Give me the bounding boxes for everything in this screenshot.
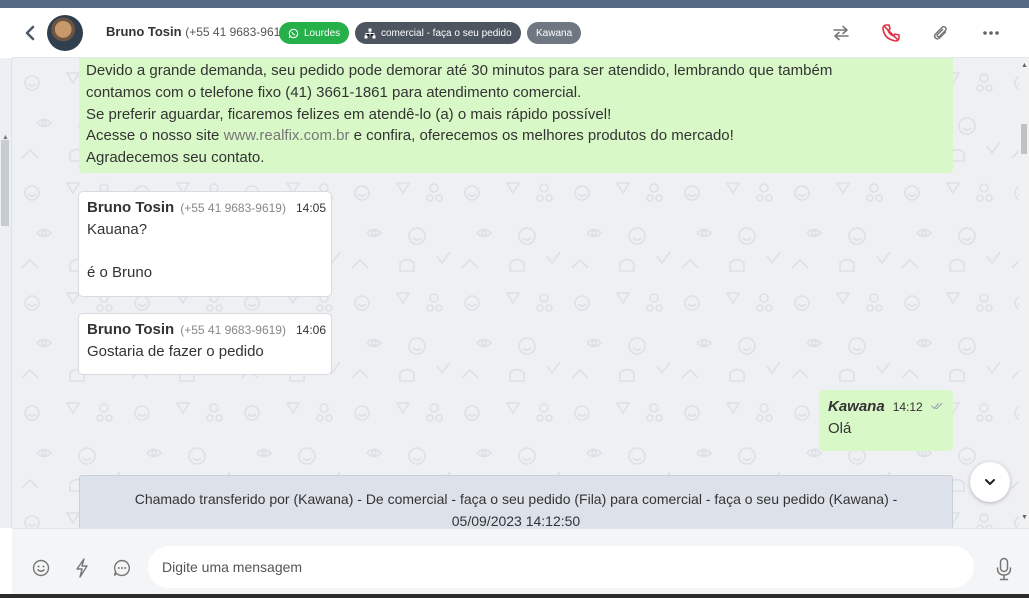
contact-phone: (+55 41 9683-9619): [185, 25, 291, 39]
message-line: Agradecemos seu contato.: [86, 149, 265, 167]
transfer-notice: Chamado transferido por (Kawana) - De co…: [79, 475, 953, 528]
incoming-message[interactable]: Bruno Tosin (+55 41 9683-9619) 14:06 Gos…: [78, 313, 332, 375]
sitemap-icon: [364, 28, 376, 38]
paperclip-icon[interactable]: [930, 22, 952, 44]
chat-area[interactable]: Devido a grande demanda, seu pedido pode…: [12, 58, 1019, 528]
scroll-to-bottom-button[interactable]: [970, 462, 1010, 502]
message-time: 14:05: [295, 201, 326, 215]
outgoing-message[interactable]: Kawana 14:12 Olá: [819, 390, 953, 451]
more-icon[interactable]: [980, 22, 1002, 44]
scrollbar-thumb[interactable]: [1021, 124, 1027, 154]
message-text: Olá: [828, 420, 852, 437]
message-author: Bruno Tosin: [87, 321, 175, 338]
contact-name-text: Bruno Tosin: [106, 24, 182, 39]
message-text: Kauana? é o Bruno: [87, 219, 323, 284]
avatar[interactable]: [47, 15, 83, 51]
message-header: Bruno Tosin (+55 41 9683-9619) 14:05: [87, 199, 326, 216]
tag-queue[interactable]: comercial - faça o seu pedido: [355, 22, 521, 44]
transfer-icon[interactable]: [830, 22, 852, 44]
message-time: 14:06: [295, 323, 326, 337]
message-line: é o Bruno: [87, 264, 153, 281]
incoming-message[interactable]: Bruno Tosin (+55 41 9683-9619) 14:05 Kau…: [78, 191, 332, 297]
end-call-icon[interactable]: [880, 22, 902, 44]
site-link[interactable]: www.realfix.com.br: [224, 127, 350, 144]
message-text: Gostaria de fazer o pedido: [87, 343, 264, 360]
message-composer: [12, 528, 1029, 598]
message-phone: (+55 41 9683-9619): [180, 323, 286, 337]
window-bottom-strip: [0, 594, 1029, 598]
message-line: Acesse o nosso site www.realfix.com.br e…: [86, 125, 946, 147]
scroll-up-arrow-icon[interactable]: ▲: [1021, 62, 1028, 69]
chat-header: Bruno Tosin (+55 41 9683-9619) Lourdes c…: [12, 8, 1029, 58]
message-author: Bruno Tosin: [87, 199, 175, 216]
message-input[interactable]: [148, 546, 974, 588]
message-line: Devido a grande demanda, seu pedido pode…: [86, 62, 833, 79]
scroll-down-arrow-icon[interactable]: ▼: [1021, 514, 1028, 521]
window-top-strip: [0, 0, 1029, 8]
system-greeting-message: Devido a grande demanda, seu pedido pode…: [79, 58, 953, 173]
message-phone: (+55 41 9683-9619): [180, 201, 286, 215]
left-scrollbar[interactable]: ▲: [0, 58, 12, 528]
tag-lourdes[interactable]: Lourdes: [279, 22, 350, 44]
whatsapp-icon: [288, 28, 299, 38]
message-header: Bruno Tosin (+55 41 9683-9619) 14:06: [87, 321, 326, 338]
message-author: Kawana: [828, 398, 885, 415]
transfer-notice-time: 05/09/2023 14:12:50: [451, 513, 581, 528]
transfer-notice-line: Chamado transferido por (Kawana) - De co…: [134, 491, 898, 507]
message-line: Kauana?: [87, 221, 148, 238]
scrollbar-thumb[interactable]: [1, 140, 9, 226]
contact-name: Bruno Tosin (+55 41 9683-9619): [106, 24, 291, 39]
message-line: Se preferir aguardar, ficaremos felizes …: [86, 105, 612, 123]
emoji-icon[interactable]: [31, 558, 51, 578]
message-time: 14:12: [892, 400, 923, 414]
bolt-icon[interactable]: [72, 558, 92, 578]
back-arrow-icon[interactable]: [22, 22, 38, 44]
chevron-down-icon: [985, 479, 995, 485]
right-scrollbar[interactable]: ▲ ▼: [1019, 58, 1029, 528]
message-header: Kawana 14:12: [828, 398, 944, 415]
double-check-icon: [931, 402, 943, 410]
message-line: contamos com o telefone fixo (41) 3661-1…: [86, 83, 582, 101]
site-prefix: Acesse o nosso site: [86, 127, 224, 145]
tag-agent[interactable]: Kawana: [527, 22, 582, 44]
microphone-icon[interactable]: [992, 556, 1016, 582]
tag-label: Kawana: [536, 27, 573, 39]
tag-label: Lourdes: [304, 27, 341, 39]
chat-bubble-icon[interactable]: [112, 558, 132, 578]
site-suffix: e confira, oferecemos os melhores produt…: [349, 127, 734, 145]
tag-label: comercial - faça o seu pedido: [381, 27, 512, 39]
